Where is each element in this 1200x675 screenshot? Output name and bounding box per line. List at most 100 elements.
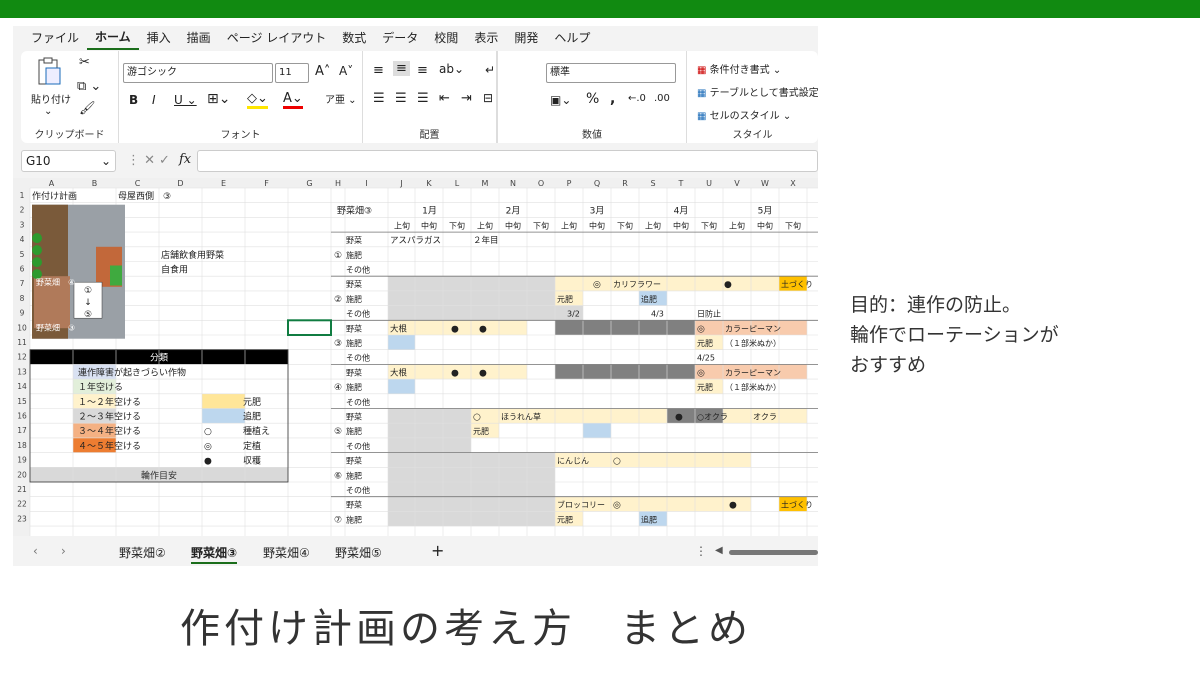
add-sheet-icon[interactable]: + (431, 541, 444, 560)
font-grow-icon[interactable]: A˄ (315, 64, 330, 79)
align-center-icon[interactable]: ☰ (395, 91, 407, 106)
menu-file[interactable]: ファイル (23, 26, 87, 51)
prev-sheet-icon[interactable]: ‹ (33, 544, 38, 558)
cell-motohi: 元肥 (697, 339, 713, 348)
annotation-note: 目的：連作の防止。 輪作でローテーションが おすすめ (850, 290, 1059, 380)
formula-input[interactable] (197, 150, 818, 172)
horizontal-scrollbar[interactable] (729, 550, 818, 555)
next-sheet-icon[interactable]: › (61, 544, 66, 558)
orientation-icon[interactable]: ab⌄ (439, 62, 464, 76)
cell-oihi: 追肥 (641, 514, 657, 524)
underline-icon[interactable]: U ⌄ (174, 93, 197, 107)
conditional-format-label: 条件付き書式 (709, 65, 770, 76)
period-header: 中旬 (421, 220, 437, 230)
align-right-icon[interactable]: ☰ (417, 91, 429, 106)
tab-sheet-3[interactable]: 野菜畑③ (191, 544, 238, 564)
legend-symbol: ● (204, 457, 212, 467)
font-color-icon[interactable]: A⌄ (283, 91, 303, 109)
menu-insert[interactable]: 挿入 (139, 26, 179, 51)
row-header-18: 18 (17, 441, 27, 450)
paste-icon[interactable] (33, 57, 63, 87)
column-header-F: F (264, 179, 269, 188)
row-kind: その他 (346, 397, 370, 407)
column-header-R: R (622, 179, 628, 188)
font-size-select[interactable]: 11 (275, 63, 309, 83)
increase-decimal-icon[interactable]: ←.0 (628, 93, 646, 104)
chevron-down-icon[interactable]: ⌄ (101, 151, 111, 171)
format-painter-icon[interactable]: 🖌 (79, 101, 96, 116)
wrap-text-icon[interactable]: ↵ (485, 63, 495, 77)
cell-rice: （１部米ぬか） (725, 382, 781, 392)
worksheet-grid[interactable]: A B C D E F G H I J K L M N O P Q R S T U V W X 1 2 3 4 5 6 7 8 9 10 11 12 1… (13, 178, 818, 536)
cut-icon[interactable]: ✂ (79, 55, 90, 70)
number-format-select[interactable]: 標準 (546, 63, 676, 83)
period-header: 上旬 (477, 220, 493, 230)
legend-side: 収穫 (243, 455, 261, 467)
legend-item: １～２年空ける (78, 396, 141, 408)
align-middle-icon[interactable]: ≡ (393, 61, 410, 76)
column-header-C: C (135, 179, 141, 188)
column-header-Q: Q (594, 179, 600, 188)
column-header-X: X (790, 179, 796, 188)
row-header-14: 14 (17, 382, 27, 391)
menu-draw[interactable]: 描画 (179, 26, 219, 51)
menu-data[interactable]: データ (374, 26, 426, 51)
menu-page-layout[interactable]: ページ レイアウト (219, 26, 335, 51)
align-bottom-icon[interactable]: ≡ (417, 63, 428, 78)
row-header-1: 1 (20, 191, 25, 200)
font-name-select[interactable]: 游ゴシック (123, 63, 273, 83)
cancel-icon[interactable]: ⋮ ✕ (127, 153, 155, 168)
decrease-decimal-icon[interactable]: .00 (654, 93, 670, 104)
selected-cell (287, 319, 332, 337)
paste-button[interactable]: 貼り付け (31, 91, 71, 106)
phonetic-icon[interactable]: ア亜 ⌄ (325, 91, 357, 106)
menu-formulas[interactable]: 数式 (334, 26, 374, 51)
month-header: 1月 (422, 206, 437, 217)
column-header-P: P (567, 179, 572, 188)
note-line-3: おすすめ (850, 354, 927, 376)
scroll-left-icon[interactable]: ◀ (715, 545, 723, 556)
row-kind: その他 (346, 265, 370, 275)
alignment-group: ≡ ≡ ≡ ab⌄ ☰ ☰ ☰ ⇤ ⇥ ↵ ⊟ 配置 (363, 51, 497, 143)
menu-help[interactable]: ヘルプ (546, 26, 598, 51)
tab-sheet-5[interactable]: 野菜畑⑤ (335, 544, 382, 561)
bold-icon[interactable]: B (129, 93, 138, 107)
percent-icon[interactable]: % (586, 91, 599, 107)
currency-icon[interactable]: ▣⌄ (550, 93, 571, 107)
enter-icon[interactable]: ✓ (159, 153, 170, 168)
row-header-20: 20 (17, 470, 27, 479)
clipboard-group: 貼り付け ⌄ ✂ ⧉ ⌄ 🖌 クリップボード (21, 51, 119, 143)
month-header: 2月 (506, 206, 521, 217)
more-options-icon[interactable]: ⋮ (695, 544, 707, 558)
increase-indent-icon[interactable]: ⇥ (461, 91, 472, 106)
tab-sheet-4[interactable]: 野菜畑④ (263, 544, 310, 561)
align-left-icon[interactable]: ☰ (373, 91, 385, 106)
function-icon[interactable]: fx (179, 152, 191, 167)
italic-icon[interactable]: I (152, 93, 156, 107)
menu-developer[interactable]: 開発 (506, 26, 546, 51)
conditional-format-button[interactable]: ▦ 条件付き書式 ⌄ (697, 61, 781, 76)
cell-okra: ○オクラ (697, 413, 728, 422)
format-as-table-button[interactable]: ▦ テーブルとして書式設定 ⌄ (697, 84, 818, 99)
fill-color-icon[interactable]: ◇⌄ (247, 91, 268, 109)
name-box[interactable]: G10 ⌄ (21, 150, 116, 172)
merge-icon[interactable]: ⊟ (483, 91, 493, 105)
comma-icon[interactable]: , (610, 91, 615, 107)
menu-home[interactable]: ホーム (87, 27, 139, 50)
top-accent-bar (0, 0, 1200, 18)
menu-review[interactable]: 校閲 (426, 26, 466, 51)
font-shrink-icon[interactable]: A˅ (339, 64, 353, 78)
border-icon[interactable]: ⊞⌄ (207, 91, 230, 107)
font-label: フォント (220, 130, 261, 141)
menu-view[interactable]: 表示 (466, 26, 506, 51)
tab-sheet-2[interactable]: 野菜畑② (119, 544, 166, 561)
menu-bar: ファイル ホーム 挿入 描画 ページ レイアウト 数式 データ 校閲 表示 開発… (13, 26, 818, 51)
decrease-indent-icon[interactable]: ⇤ (439, 91, 450, 106)
copy-icon[interactable]: ⧉ ⌄ (77, 79, 101, 94)
cell-styles-button[interactable]: ▦ セルのスタイル ⌄ (697, 107, 791, 122)
cell-symbol: ◎ (593, 280, 601, 290)
period-header: 上旬 (561, 220, 577, 230)
align-top-icon[interactable]: ≡ (373, 63, 384, 78)
paste-chevron-icon[interactable]: ⌄ (44, 106, 52, 117)
cell-daikon: 大根 (390, 367, 408, 378)
